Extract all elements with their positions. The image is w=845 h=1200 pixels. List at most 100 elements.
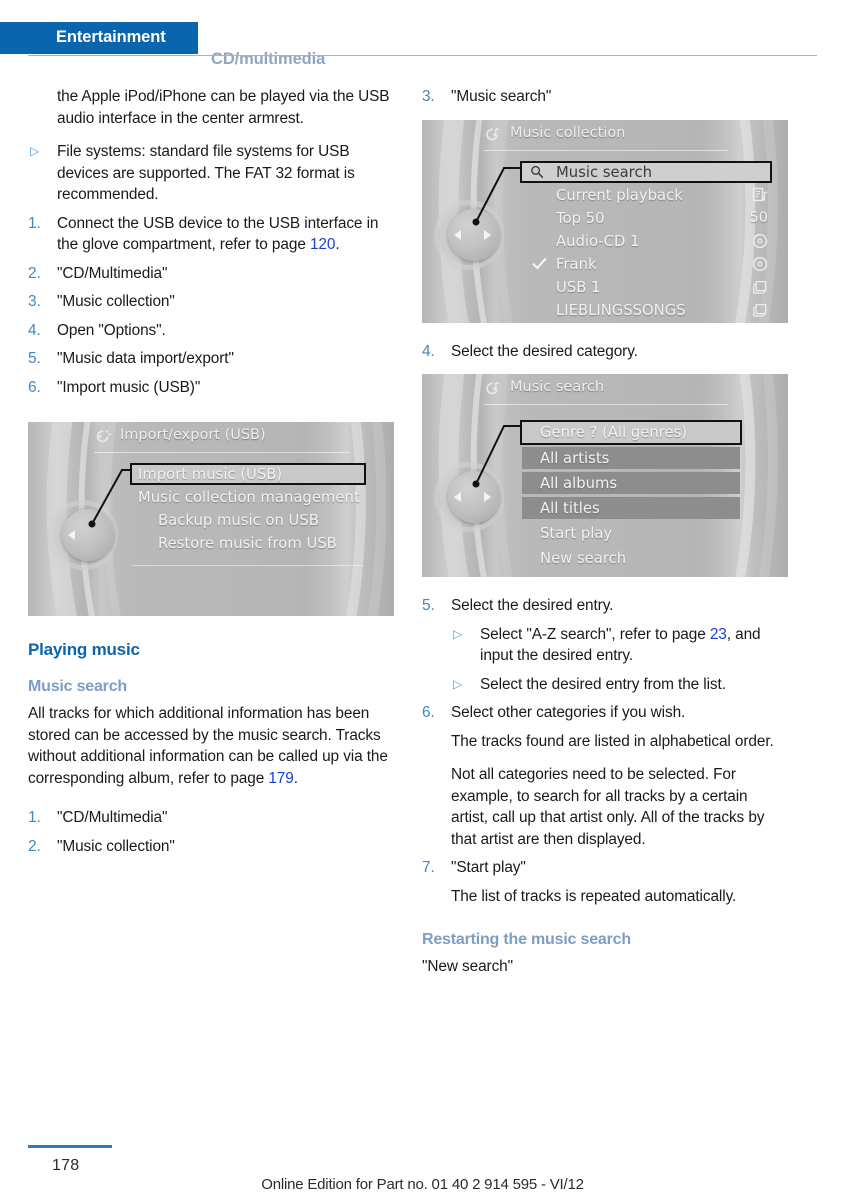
heading-music-search: Music search (28, 678, 127, 695)
screenshot-menu-list: Genre ? (All genres) All artists All alb… (520, 420, 742, 571)
menu-row-all-albums[interactable]: All albums (522, 471, 740, 496)
right-step-5-marker: 5. (422, 597, 435, 614)
step-5: 5. "Music data import/export" (28, 348, 394, 370)
step-4-marker: 4. (28, 321, 41, 339)
idrive-controller-illustration (430, 458, 508, 536)
screenshot-title: Import/export (USB) (120, 427, 266, 443)
music-search-paragraph-before: All tracks for which additional informat… (28, 705, 388, 787)
right-step-5-text: Select the desired entry. (451, 597, 614, 614)
search-step-1-text: "CD/Multimedia" (57, 809, 168, 826)
screenshot-title-bar (422, 374, 788, 404)
bullet-file-systems: ▷ File systems: standard file systems fo… (28, 141, 394, 206)
menu-row[interactable]: Restore music from USB (132, 532, 364, 555)
screenshot-import-export-usb: Import/export (USB) Import music (USB) M… (28, 422, 394, 616)
menu-row-label: Import music (USB) (138, 466, 283, 483)
controller-left-arrow-icon (454, 492, 461, 502)
menu-row-start-play[interactable]: Start play (522, 521, 740, 546)
right-step-4-text: Select the desired category. (451, 342, 638, 360)
idrive-controller-illustration (430, 196, 508, 274)
screenshot-title-divider (484, 404, 728, 405)
right-step-5-sub-1: ▷ Select "A-Z search", refer to page 23,… (422, 624, 788, 667)
menu-row-label: Restore music from USB (158, 535, 337, 552)
manual-page: Entertainment CD/multimedia the Apple iP… (0, 0, 845, 1200)
step-5-text: "Music data import/export" (57, 350, 234, 367)
footer-divider (28, 1145, 112, 1148)
disc-icon (752, 253, 768, 276)
menu-row-music-search[interactable]: Music search (520, 160, 772, 184)
page-number: 178 (52, 1157, 80, 1174)
music-collection-icon (486, 127, 500, 140)
folder-icon (752, 299, 768, 322)
menu-row[interactable]: Import music (USB) (130, 463, 366, 486)
check-icon (532, 253, 547, 276)
right-step-5-sub-1-text: Select "A-Z search", refer to page 23, a… (480, 626, 761, 665)
triangle-bullet-icon: ▷ (453, 626, 463, 641)
right-step-6-note-2: Not all categories need to be selected. … (451, 766, 765, 848)
menu-row-new-search[interactable]: New search (522, 546, 740, 571)
controller-right-arrow-icon (484, 492, 491, 502)
right-step-7: 7. "Start play" (422, 857, 788, 879)
menu-row-all-titles[interactable]: All titles (522, 496, 740, 521)
right-step-5: 5. Select the desired entry. (422, 595, 788, 617)
header-divider (28, 55, 817, 56)
right-step-3-text: "Music search" (451, 88, 552, 105)
menu-row-label: Backup music on USB (158, 512, 319, 529)
page-ref-179[interactable]: 179 (268, 770, 293, 787)
step-5-marker: 5. (28, 350, 41, 367)
menu-row-audio-cd-1[interactable]: Audio-CD 1 (522, 230, 770, 253)
intro-paragraph: the Apple iPod/iPhone can be played via … (57, 88, 390, 127)
menu-row[interactable]: Backup music on USB (132, 509, 364, 532)
menu-row-label: Current playback (556, 186, 683, 204)
idrive-controller-illustration (44, 496, 122, 574)
screenshot-menu-list: Music search Current playback Top 50 50 … (520, 160, 772, 322)
music-search-icon (486, 382, 500, 395)
right-step-6-note-1: The tracks found are listed in alphabeti… (451, 732, 774, 750)
step-4: 4. Open "Options". (28, 320, 394, 342)
step-1-text: Connect the USB device to the USB interf… (57, 215, 378, 254)
menu-row-usb-1[interactable]: USB 1 (522, 276, 770, 299)
heading-playing-music: Playing music (28, 640, 140, 659)
menu-row-label: Genre ? (All genres) (540, 424, 688, 441)
music-search-paragraph-after: . (293, 769, 298, 787)
menu-row[interactable]: Music collection management (132, 486, 364, 509)
page-ref-23[interactable]: 23 (710, 626, 727, 643)
step-2: 2. "CD/Multimedia" (28, 263, 394, 285)
menu-row-current-playback[interactable]: Current playback (522, 184, 770, 207)
right-column: 3. "Music search" Music collection Music… (422, 86, 788, 978)
menu-row-genre[interactable]: Genre ? (All genres) (520, 420, 742, 446)
controller-right-arrow-icon (484, 229, 491, 240)
restarting-text: "New search" (422, 958, 513, 975)
controller-left-arrow-icon (68, 530, 75, 540)
menu-row-top-50[interactable]: Top 50 50 (522, 207, 770, 230)
right-step-3-marker: 3. (422, 88, 435, 105)
search-step-1: 1. "CD/Multimedia" (28, 807, 394, 829)
step-2-text: "CD/Multimedia" (57, 264, 168, 282)
step-6: 6. "Import music (USB)" (28, 377, 394, 399)
screenshot-title: Music search (510, 379, 605, 395)
screenshot-title: Music collection (510, 124, 626, 141)
page-header: Entertainment CD/multimedia (0, 22, 845, 68)
menu-row-label: All albums (540, 475, 618, 492)
right-step-3: 3. "Music search" (422, 86, 788, 108)
menu-row-all-artists[interactable]: All artists (522, 446, 740, 471)
page-ref-120[interactable]: 120 (310, 236, 335, 253)
step-1-text-after: . (335, 236, 340, 253)
menu-row-frank[interactable]: Frank (522, 253, 770, 276)
triangle-bullet-icon: ▷ (453, 676, 463, 691)
right-step-4: 4. Select the desired category. (422, 341, 788, 363)
tab-entertainment-label: Entertainment (56, 28, 166, 46)
disc-icon (752, 230, 768, 253)
music-search-paragraph: All tracks for which additional informat… (28, 703, 394, 789)
menu-row-label: All artists (540, 450, 610, 467)
step-6-text: "Import music (USB)" (57, 378, 201, 396)
screenshot-bottom-divider (132, 565, 364, 566)
tab-cd-multimedia-label[interactable]: CD/multimedia (211, 50, 325, 69)
heading-restarting-music-search: Restarting the music search (422, 931, 631, 948)
search-step-2-marker: 2. (28, 837, 41, 855)
step-6-marker: 6. (28, 378, 41, 396)
screenshot-title-divider (94, 452, 350, 453)
right-step-7-note: The list of tracks is repeated automatic… (451, 887, 737, 905)
right-step-5-sub-2: ▷ Select the desired entry from the list… (422, 674, 788, 696)
right-step-4-marker: 4. (422, 342, 435, 360)
menu-row-lieblingssongs[interactable]: LIEBLINGSSONGS (522, 299, 770, 322)
